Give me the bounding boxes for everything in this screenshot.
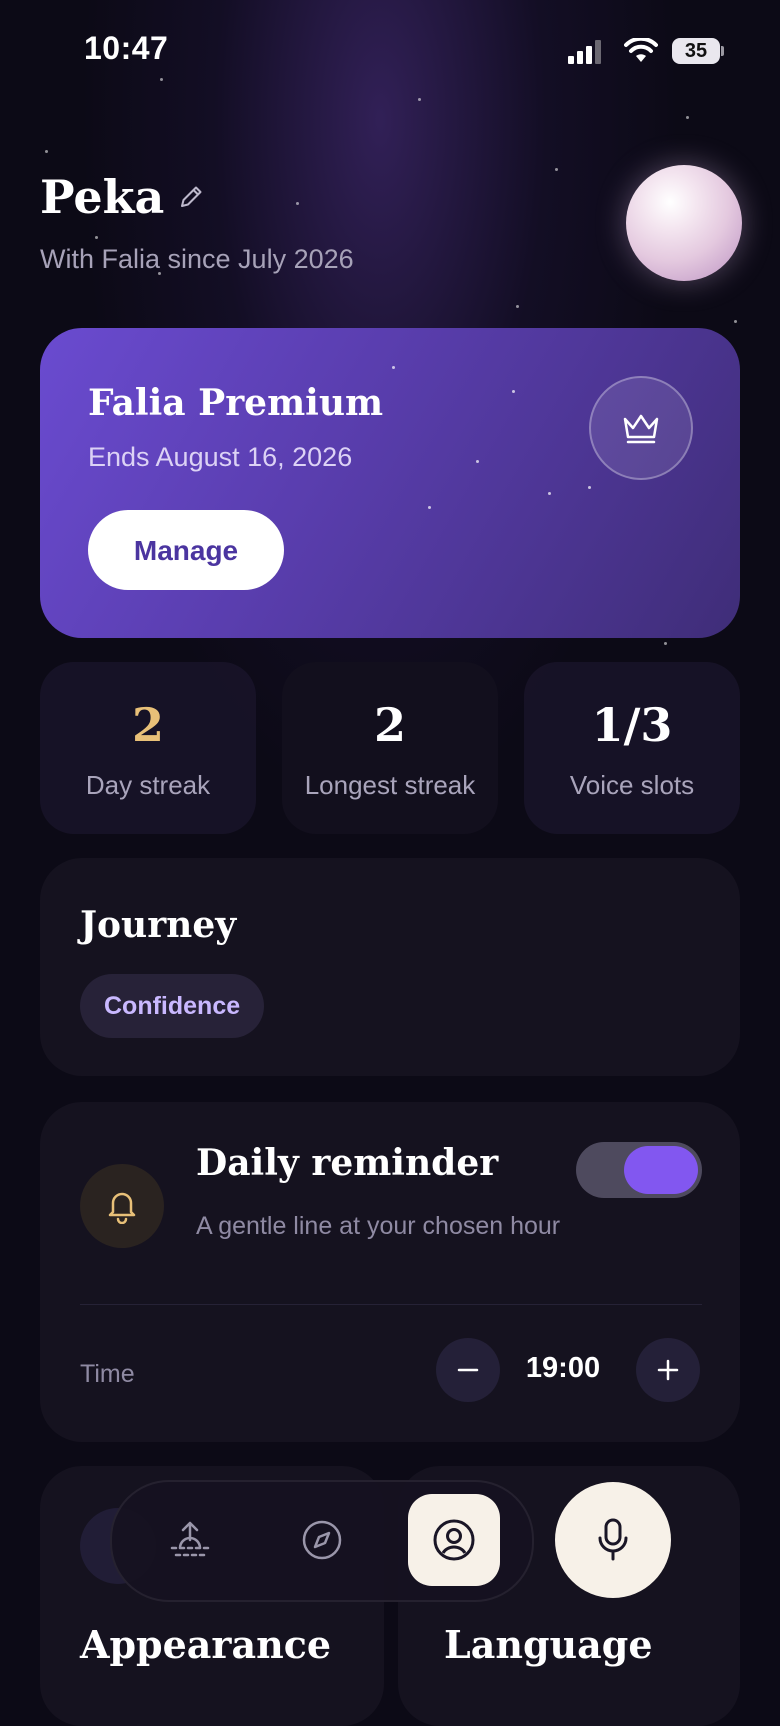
stat-day-streak: 2 Day streak [40, 662, 256, 834]
battery-icon: 35 [672, 38, 720, 64]
bell-icon [108, 1192, 136, 1224]
star-decoration [476, 460, 479, 463]
stat-value: 1/3 [591, 698, 673, 752]
star-decoration [418, 98, 421, 101]
minus-icon [457, 1368, 479, 1372]
plus-icon [657, 1359, 679, 1381]
bell-badge [80, 1164, 164, 1248]
premium-end-date: Ends August 16, 2026 [88, 442, 353, 472]
battery-tip [721, 46, 724, 56]
wifi-icon [624, 38, 658, 62]
stat-value: 2 [131, 698, 164, 752]
star-decoration [588, 486, 591, 489]
star-decoration [296, 202, 299, 205]
star-decoration [428, 506, 431, 509]
crown-icon [623, 414, 659, 444]
star-decoration [516, 305, 519, 308]
status-time: 10:47 [84, 30, 169, 66]
journey-card: Journey Confidence [40, 858, 740, 1076]
daily-reminder-card: Daily reminder A gentle line at your cho… [40, 1102, 740, 1442]
nav-sunrise[interactable] [144, 1494, 236, 1586]
star-decoration [734, 320, 737, 323]
manage-button[interactable]: Manage [88, 510, 284, 590]
premium-card: Falia Premium Ends August 16, 2026 Manag… [40, 328, 740, 638]
avatar-orb[interactable] [626, 165, 742, 281]
nav-compass[interactable] [276, 1494, 368, 1586]
stat-label: Voice slots [569, 770, 695, 800]
voice-button[interactable] [555, 1482, 671, 1598]
microphone-icon [598, 1518, 628, 1561]
reminder-toggle[interactable] [576, 1142, 702, 1198]
time-label: Time [80, 1360, 135, 1388]
crown-badge [589, 376, 693, 480]
stat-longest-streak: 2 Longest streak [282, 662, 498, 834]
edit-pencil-icon[interactable] [176, 182, 206, 212]
stat-label: Day streak [85, 770, 211, 800]
journey-title: Journey [80, 904, 237, 946]
language-title: Language [444, 1622, 653, 1667]
stat-value: 2 [373, 698, 406, 752]
reminder-title: Daily reminder [196, 1142, 499, 1184]
decrease-time-button[interactable] [436, 1338, 500, 1402]
journey-tag[interactable]: Confidence [80, 974, 265, 1038]
star-decoration [686, 116, 689, 119]
signal-icon [568, 40, 608, 64]
premium-title: Falia Premium [88, 382, 384, 424]
star-decoration [95, 236, 98, 239]
profile-icon [433, 1519, 475, 1561]
star-decoration [555, 168, 558, 171]
stat-label: Longest streak [304, 770, 476, 800]
toggle-knob [624, 1146, 698, 1194]
star-decoration [512, 390, 515, 393]
member-since: With Falia since July 2026 [40, 244, 354, 274]
star-decoration [45, 150, 48, 153]
profile-name: Peka [40, 170, 165, 224]
nav-profile[interactable] [408, 1494, 500, 1586]
time-value: 19:00 [525, 1352, 601, 1384]
star-decoration [664, 642, 667, 645]
bottom-nav [110, 1480, 534, 1602]
divider [80, 1304, 702, 1305]
increase-time-button[interactable] [636, 1338, 700, 1402]
reminder-subtitle: A gentle line at your chosen hour [196, 1212, 561, 1240]
star-decoration [392, 366, 395, 369]
status-icons: 35 [568, 38, 728, 68]
sunrise-icon [170, 1521, 210, 1557]
stat-voice-slots: 1/3 Voice slots [524, 662, 740, 834]
star-decoration [160, 78, 163, 81]
appearance-title: Appearance [80, 1622, 332, 1667]
star-decoration [548, 492, 551, 495]
compass-icon [302, 1520, 342, 1560]
